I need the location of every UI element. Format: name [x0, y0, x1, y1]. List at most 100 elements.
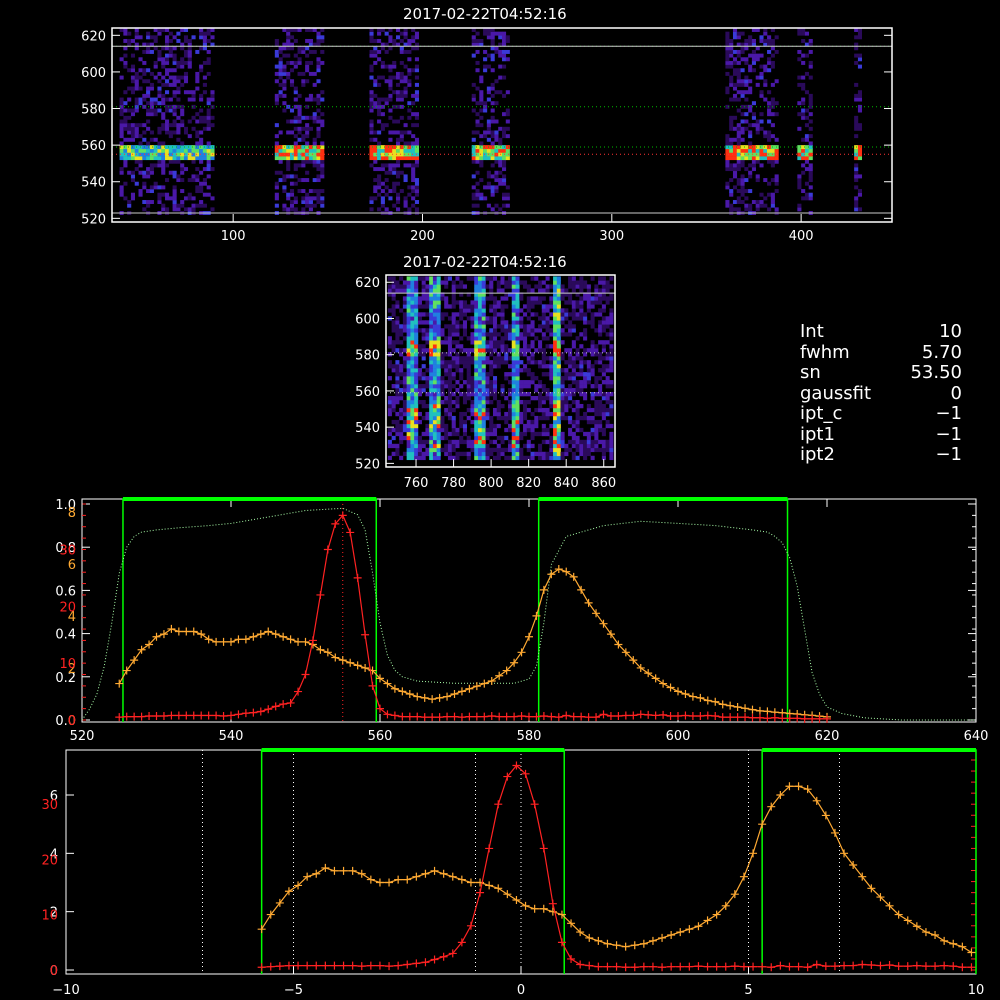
heatmap-pixel	[586, 364, 591, 369]
heatmap-pixel	[432, 340, 437, 345]
heatmap-pixel	[278, 75, 283, 80]
heatmap-pixel	[429, 316, 434, 321]
heatmap-pixel	[571, 392, 576, 397]
heatmap-pixel	[210, 156, 215, 161]
heatmap-pixel	[568, 348, 573, 353]
heatmap-pixel	[165, 126, 170, 131]
heatmap-pixel	[172, 174, 177, 179]
heatmap-pixel	[575, 280, 580, 285]
heatmap-pixel	[725, 203, 730, 208]
red-profile-point	[457, 713, 466, 722]
heatmap-pixel	[553, 407, 558, 413]
heatmap-pixel	[474, 288, 479, 293]
red-profile-point	[949, 962, 958, 971]
heatmap-pixel	[492, 431, 498, 437]
heatmap-pixel	[553, 447, 558, 453]
heatmap-pixel	[187, 192, 192, 197]
heatmap-pixel	[483, 101, 488, 106]
heatmap-pixel	[444, 300, 449, 305]
heatmap-pixel	[414, 380, 419, 385]
heatmap-pixel	[130, 126, 136, 131]
heatmap-pixel	[797, 185, 802, 190]
heatmap-pixel	[767, 181, 772, 186]
fit-param-key: ipt1	[800, 423, 835, 445]
heatmap-pixel	[508, 423, 513, 429]
heatmap-pixel	[530, 427, 535, 433]
heatmap-pixel	[429, 308, 434, 313]
heatmap-pixel	[316, 126, 321, 131]
heatmap-pixel	[601, 443, 606, 449]
heatmap-pixel	[740, 181, 745, 186]
red-profile-point	[303, 961, 312, 970]
heatmap-pixel	[459, 356, 464, 361]
spectrum-y-tick-label-red: 0	[68, 714, 76, 729]
heatmap-pixel	[414, 115, 419, 120]
heatmap-pixel	[134, 31, 139, 36]
orange-profile-point	[912, 922, 921, 931]
heatmap-pixel	[421, 388, 426, 393]
heatmap-pixel	[444, 276, 449, 281]
heatmap-pixel	[293, 86, 298, 91]
heatmap-pixel	[312, 137, 317, 142]
heatmap-pixel	[797, 148, 802, 153]
heatmap-pixel	[594, 407, 599, 413]
orange-profile-point	[361, 663, 370, 672]
heatmap-pixel	[395, 159, 401, 164]
heatmap-pixel	[407, 185, 412, 190]
heatmap-pixel	[759, 119, 764, 124]
heatmap-pixel	[432, 312, 437, 317]
heatmap-pixel	[142, 200, 147, 204]
heatmap-pixel	[556, 407, 561, 413]
heatmap-pixel	[187, 49, 192, 54]
heatmap-pixel	[486, 64, 491, 69]
heatmap-pixel	[138, 35, 143, 40]
heatmap-pixel	[556, 384, 561, 389]
orange-profile-point	[599, 619, 608, 628]
orange-profile-point	[465, 684, 474, 693]
heatmap-pixel	[407, 207, 412, 212]
heatmap-pixel	[564, 308, 569, 313]
heatmap-pixel	[425, 284, 430, 289]
heatmap-pixel	[477, 276, 483, 281]
heatmap-pixel	[384, 156, 389, 161]
heatmap-pixel	[391, 328, 396, 333]
heatmap-pixel	[278, 156, 283, 161]
heatmap-pixel	[504, 284, 509, 289]
heatmap-pixel	[444, 431, 449, 437]
orange-profile-point	[688, 692, 697, 701]
heatmap-pixel	[470, 439, 475, 445]
heatmap-pixel	[481, 312, 486, 317]
heatmap-pixel	[605, 284, 610, 289]
heatmap-pixel	[609, 364, 614, 369]
heatmap-pixel	[429, 427, 434, 433]
heatmap-pixel	[508, 411, 513, 417]
heatmap-pixel	[736, 90, 741, 95]
red-profile-point	[330, 961, 339, 970]
orange-profile-point	[256, 630, 265, 639]
heatmap-pixel	[515, 435, 520, 441]
heatmap-pixel	[462, 348, 468, 353]
heatmap-pixel	[459, 372, 464, 377]
heatmap-pixel	[755, 57, 760, 62]
heatmap-pixel	[609, 407, 614, 413]
heatmap-pixel	[157, 57, 162, 62]
heatmap-pixel	[165, 119, 170, 124]
red-profile-point	[636, 710, 645, 719]
heatmap-pixel	[308, 93, 313, 98]
heatmap-pixel	[477, 344, 483, 349]
heatmap-pixel	[490, 148, 495, 153]
heatmap-pixel	[500, 312, 505, 317]
heatmap-pixel	[165, 57, 170, 62]
heatmap-pixel	[459, 324, 464, 329]
heatmap-pixel	[854, 170, 859, 175]
heatmap-pixel	[481, 296, 486, 301]
heatmap-pixel	[199, 46, 204, 51]
heatmap-pixel	[601, 372, 606, 377]
heatmap-pixel	[410, 312, 415, 317]
heatmap-pixel	[406, 332, 411, 337]
heatmap-pixel	[605, 340, 610, 345]
heatmap-pixel	[526, 447, 531, 453]
heatmap-pixel	[414, 384, 419, 389]
heatmap-pixel	[183, 130, 189, 135]
red-profile-point	[485, 844, 494, 853]
